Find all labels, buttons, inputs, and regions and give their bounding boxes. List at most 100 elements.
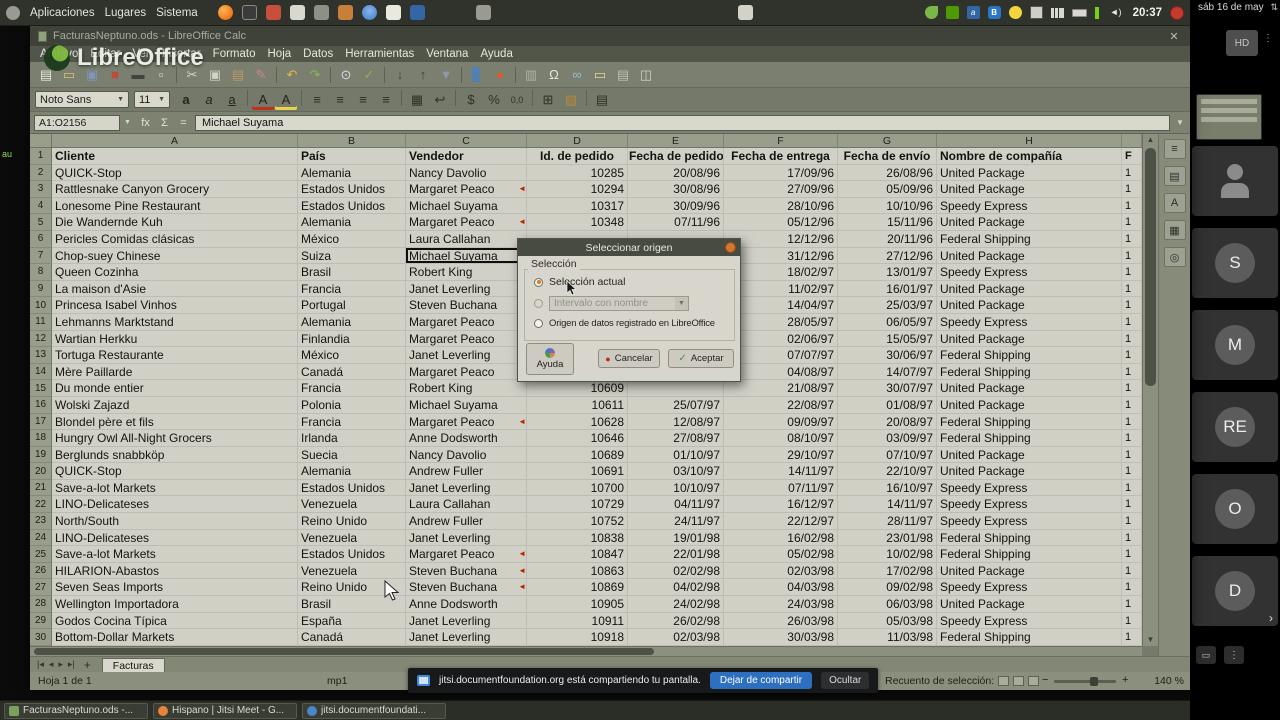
cell[interactable]: México (298, 230, 406, 248)
cell[interactable]: Polonia (298, 396, 406, 414)
cell[interactable]: Francia (298, 413, 406, 431)
volume-icon[interactable]: ◄) (1107, 6, 1125, 19)
cell[interactable]: QUICK-Stop (52, 164, 298, 182)
cell[interactable]: 27/12/96 (838, 247, 937, 265)
cell[interactable]: 31/12/96 (724, 247, 838, 265)
row-header-29[interactable]: 29 (30, 612, 52, 630)
windowlist-icon[interactable] (737, 5, 753, 20)
cell[interactable]: Wartian Herkku (52, 330, 298, 348)
row-header-22[interactable]: 22 (30, 496, 52, 514)
view-pagebreak-icon[interactable] (1013, 676, 1024, 686)
cell[interactable]: Francia (298, 380, 406, 397)
cell[interactable]: 05/03/98 (838, 612, 937, 630)
sidebar-toggle-icon[interactable]: ◫ (635, 65, 657, 85)
cell[interactable]: Federal Shipping (937, 363, 1122, 381)
cell[interactable]: 03/10/97 (628, 463, 724, 480)
zoom-in-button[interactable]: + (1122, 674, 1128, 686)
cell[interactable]: Pericles Comidas clásicas (52, 230, 298, 248)
cell[interactable]: Federal Shipping (937, 529, 1122, 547)
cell[interactable]: Canadá (298, 629, 406, 646)
participant-tile[interactable]: S (1192, 228, 1278, 298)
cell[interactable]: 1 (1122, 280, 1142, 298)
participant-tile[interactable] (1192, 146, 1278, 216)
cell[interactable]: Princesa Isabel Vinhos (52, 297, 298, 314)
cell[interactable]: 25/07/97 (628, 396, 724, 414)
cell[interactable]: Margaret Peaco (406, 413, 527, 431)
row-header-3[interactable]: 3 (30, 181, 52, 198)
menu-ayuda[interactable]: Ayuda (474, 48, 518, 60)
cell[interactable]: Robert King (406, 380, 527, 397)
menu-herramientas[interactable]: Herramientas (339, 48, 420, 60)
cell[interactable]: 14/04/97 (724, 297, 838, 314)
cell[interactable]: 10918 (527, 629, 628, 646)
font-size-combo[interactable]: 11 ▼ (134, 91, 170, 108)
cell[interactable]: Reino Unido (298, 513, 406, 530)
highlight-color-icon[interactable]: A (275, 90, 297, 110)
cell[interactable]: Wellington Importadora (52, 596, 298, 613)
current-selection-option[interactable]: Selección actual (534, 276, 625, 288)
cell[interactable]: 08/10/97 (724, 430, 838, 447)
cell[interactable]: Estados Unidos (298, 479, 406, 497)
cell[interactable]: 10/10/96 (838, 197, 937, 215)
vertical-scrollbar[interactable] (1142, 134, 1158, 646)
cell[interactable]: F (1122, 148, 1142, 165)
cell[interactable]: 11/03/98 (838, 629, 937, 646)
radio-current-selection[interactable] (534, 277, 543, 287)
sheet-tab-facturas[interactable]: Facturas (101, 657, 165, 672)
stop-sharing-button[interactable]: Dejar de compartir (709, 672, 813, 689)
menu-hoja[interactable]: Hoja (262, 48, 298, 60)
zoom-level[interactable]: 140 % (1154, 675, 1184, 687)
horizontal-scrollbar-thumb[interactable] (34, 648, 654, 655)
undo-icon[interactable]: ↶ (281, 65, 303, 85)
formula-input[interactable]: Michael Suyama (195, 114, 1170, 131)
updates-icon[interactable] (1008, 6, 1022, 19)
music-icon[interactable] (337, 5, 353, 20)
task-calc[interactable]: FacturasNeptuno.ods -... (4, 702, 148, 719)
sync-icon[interactable] (945, 6, 959, 19)
cell[interactable]: 24/03/98 (724, 596, 838, 613)
cell[interactable]: Margaret Peaco (406, 214, 527, 231)
row-header-8[interactable]: 8 (30, 264, 52, 281)
window-titlebar[interactable]: FacturasNeptuno.ods - LibreOffice Calc (30, 26, 1190, 46)
cell[interactable]: 27/08/97 (628, 430, 724, 447)
more-options-button[interactable] (1224, 646, 1244, 664)
cell[interactable]: Alemania (298, 214, 406, 231)
cell[interactable]: Alemania (298, 463, 406, 480)
styles-deck-icon[interactable]: A (1163, 193, 1186, 213)
cell[interactable]: Francia (298, 280, 406, 298)
cell[interactable]: Venezuela (298, 529, 406, 547)
cell[interactable]: 10285 (527, 164, 628, 182)
cell[interactable]: Fecha de envío (838, 148, 937, 165)
cell[interactable]: Blondel père et fils (52, 413, 298, 431)
cell[interactable]: Janet Leverling (406, 347, 527, 364)
cell[interactable]: Janet Leverling (406, 629, 527, 646)
first-sheet-icon[interactable]: |◂ (35, 659, 46, 670)
row-header-13[interactable]: 13 (30, 347, 52, 364)
dialog-titlebar[interactable]: Seleccionar origen (518, 239, 740, 256)
cell[interactable]: 10863 (527, 562, 628, 580)
equals-icon[interactable]: = (176, 117, 191, 129)
firefox-icon[interactable] (217, 5, 233, 20)
more-menu-icon[interactable] (1263, 33, 1273, 44)
cell[interactable]: Andrew Fuller (406, 513, 527, 530)
cell[interactable]: Anne Dodsworth (406, 430, 527, 447)
cell[interactable]: 1 (1122, 264, 1142, 281)
cell[interactable]: Margaret Peaco (406, 313, 527, 331)
headers-footers-icon[interactable]: ▤ (612, 65, 634, 85)
cell[interactable]: HILARION-Abastos (52, 562, 298, 580)
font-color-icon[interactable]: A (252, 90, 274, 110)
cancel-button[interactable]: Cancelar (598, 349, 660, 368)
cell[interactable]: 23/01/98 (838, 529, 937, 547)
participant-tile[interactable]: D (1192, 556, 1278, 626)
bold-icon[interactable]: a (175, 90, 197, 110)
cell[interactable]: 30/08/96 (628, 181, 724, 198)
cell[interactable]: Bottom-Dollar Markets (52, 629, 298, 646)
grid-corner[interactable] (30, 134, 52, 148)
accept-button[interactable]: Aceptar (668, 349, 734, 368)
cell[interactable]: 1 (1122, 413, 1142, 431)
row-header-9[interactable]: 9 (30, 280, 52, 298)
cell[interactable]: 22/08/97 (724, 396, 838, 414)
cell[interactable]: Speedy Express (937, 513, 1122, 530)
cell[interactable]: 10752 (527, 513, 628, 530)
cell[interactable]: Id. de pedido (527, 148, 628, 165)
